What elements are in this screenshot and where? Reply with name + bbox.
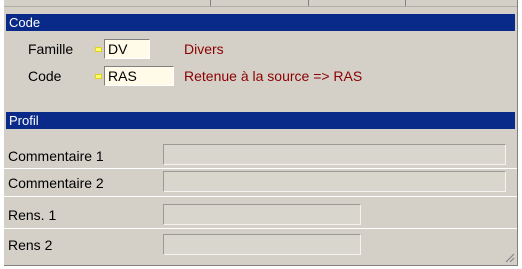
commentaire-2-field[interactable] — [163, 171, 506, 192]
code-section-title: Code — [9, 15, 41, 30]
code-section-header: Code — [6, 14, 515, 31]
form-window: Code Famille DV Divers Code RAS Retenue … — [4, 0, 518, 266]
rens-2-label: Rens 2 — [8, 237, 53, 253]
famille-code-field[interactable]: DV — [104, 39, 150, 59]
toolbar-divider — [308, 0, 309, 6]
row-divider — [4, 228, 517, 229]
code-code-value: RAS — [108, 68, 137, 84]
code-description: Retenue à la source => RAS — [184, 68, 363, 84]
code-label: Code — [28, 68, 62, 84]
toolbar-divider — [210, 0, 211, 6]
commentaire-1-field[interactable] — [163, 144, 506, 165]
commentaire-1-label: Commentaire 1 — [8, 148, 104, 164]
toolbar-divider — [405, 0, 406, 6]
rens-2-field[interactable] — [163, 234, 361, 255]
top-toolbar-strip — [4, 0, 517, 7]
famille-description: Divers — [184, 41, 224, 57]
famille-label: Famille — [28, 41, 74, 57]
resize-grip-icon[interactable] — [505, 253, 515, 263]
row-divider — [4, 196, 517, 197]
profil-section-header: Profil — [6, 112, 515, 129]
commentaire-2-label: Commentaire 2 — [8, 175, 104, 191]
row-divider — [4, 168, 517, 169]
rens-1-label: Rens. 1 — [8, 207, 57, 223]
famille-code-value: DV — [108, 41, 128, 57]
rens-1-field[interactable] — [163, 204, 361, 225]
code-code-field[interactable]: RAS — [104, 66, 174, 86]
profil-section-title: Profil — [9, 113, 39, 128]
required-marker-icon — [95, 74, 102, 79]
required-marker-icon — [95, 47, 102, 52]
